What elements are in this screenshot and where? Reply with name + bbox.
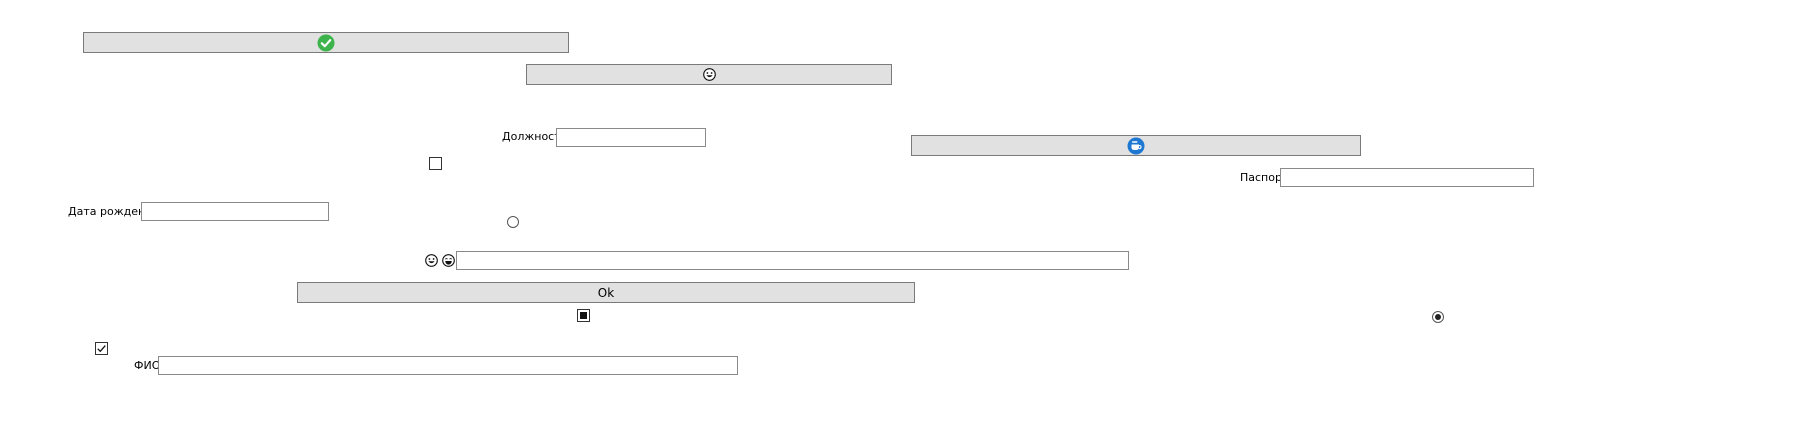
checkmark-icon <box>97 345 106 353</box>
emoji-button[interactable] <box>526 64 892 85</box>
indeterminate-checkbox[interactable] <box>577 309 590 322</box>
laugh-face-icon <box>442 254 455 267</box>
radio-option-right[interactable] <box>1432 311 1444 323</box>
checked-checkbox[interactable] <box>95 342 108 355</box>
check-button[interactable] <box>83 32 569 53</box>
grin-face-icon <box>702 68 716 81</box>
unchecked-checkbox[interactable] <box>429 157 442 170</box>
indeterminate-mark <box>580 312 587 319</box>
radio-selected-dot <box>1435 314 1441 320</box>
fio-label: ФИО <box>134 359 161 372</box>
radio-option-left[interactable] <box>507 216 519 228</box>
passport-input[interactable] <box>1280 168 1534 187</box>
position-input[interactable] <box>556 128 706 147</box>
fio-input[interactable] <box>158 356 738 375</box>
birthdate-input[interactable] <box>141 202 329 221</box>
ok-button[interactable]: Ok <box>297 282 915 303</box>
badge-button[interactable] <box>911 135 1361 156</box>
check-circle-icon <box>317 34 335 52</box>
cup-badge-icon <box>1127 137 1145 155</box>
grin-face-icon <box>425 254 438 267</box>
emoji-text-input[interactable] <box>456 251 1129 270</box>
